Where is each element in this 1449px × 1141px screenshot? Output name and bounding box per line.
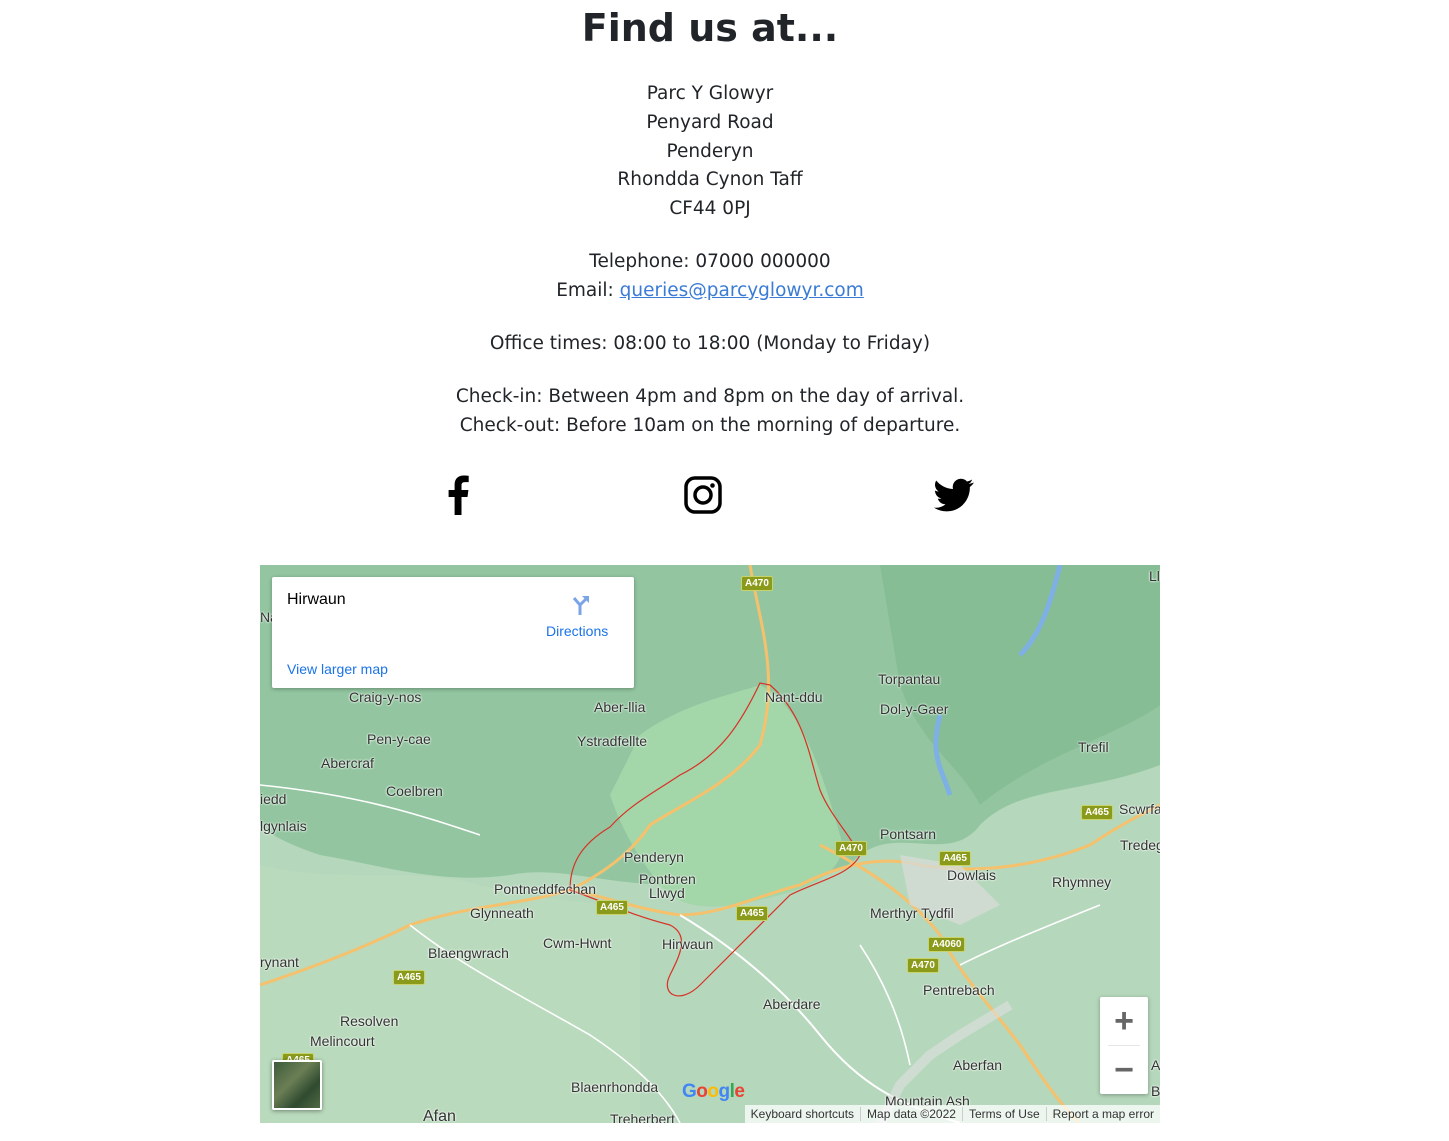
- map-label: Pentrebach: [923, 982, 995, 998]
- map-label: Ystradfellte: [577, 733, 648, 749]
- map-label: Pontneddfechan: [494, 881, 596, 897]
- map-label: Aberfan: [953, 1057, 1003, 1073]
- map-label: Blaenrhondda: [571, 1079, 659, 1095]
- address-line: Penderyn: [666, 140, 754, 162]
- road-shield: A465: [939, 851, 971, 866]
- twitter-icon[interactable]: [934, 475, 974, 515]
- email-link[interactable]: queries@parcyglowyr.com: [620, 280, 864, 301]
- road-shield: A470: [907, 958, 939, 973]
- terms-of-use-link[interactable]: Terms of Use: [961, 1107, 1046, 1121]
- map-label: lgynlais: [260, 818, 307, 834]
- map-label: Aberdare: [763, 996, 821, 1012]
- map-label: A: [1151, 1057, 1160, 1073]
- map-label: Llwyd: [649, 885, 685, 901]
- road-shield: A465: [736, 906, 768, 921]
- map-label: Scwrfa: [1119, 801, 1160, 817]
- address-line: Rhondda Cynon Taff: [617, 169, 803, 191]
- email-label: Email:: [556, 280, 614, 301]
- page-heading: Find us at...: [581, 6, 839, 50]
- map-label: Dol-y-Gaer: [880, 701, 949, 717]
- map-info-card: Hirwaun Directions View larger map: [272, 577, 634, 688]
- map-label: Resolven: [340, 1013, 399, 1029]
- address-postcode: CF44 0PJ: [669, 198, 751, 220]
- map-label: rynant: [260, 954, 299, 970]
- map-label: B: [1151, 1083, 1160, 1099]
- map-label: Coelbren: [386, 783, 443, 799]
- satellite-toggle-button[interactable]: [272, 1060, 322, 1110]
- map-label: Treherbert: [610, 1111, 675, 1123]
- email-line: Email: queries@parcyglowyr.com: [0, 276, 1420, 305]
- embedded-map[interactable]: Craig-y-nos Pen-y-cae Abercraf Coelbren …: [260, 565, 1160, 1123]
- map-label: Craig-y-nos: [349, 689, 422, 705]
- view-larger-map-link[interactable]: View larger map: [287, 661, 388, 677]
- address-line: Parc Y Glowyr: [646, 83, 774, 104]
- map-label: Melincourt: [310, 1033, 375, 1049]
- map-label: Ll: [1149, 568, 1160, 584]
- contact-block: Telephone: 07000 000000 Email: queries@p…: [0, 247, 1420, 305]
- map-label: Trefil: [1078, 739, 1109, 755]
- map-label: iedd: [260, 791, 287, 807]
- map-label: Rhymney: [1052, 874, 1112, 890]
- map-label: Hirwaun: [662, 936, 714, 952]
- road-shield: A470: [835, 841, 867, 856]
- road-shield: A465: [1081, 805, 1113, 820]
- map-data-text: Map data ©2022: [860, 1107, 962, 1121]
- instagram-icon[interactable]: [683, 475, 723, 515]
- road-shield: A465: [393, 970, 425, 985]
- report-map-error-link[interactable]: Report a map error: [1045, 1107, 1160, 1121]
- google-logo: Google: [682, 1081, 745, 1102]
- map-label: Torpantau: [878, 671, 941, 687]
- checkin-text: Check-in: Between 4pm and 8pm on the day…: [455, 386, 965, 407]
- office-times: Office times: 08:00 to 18:00 (Monday to …: [489, 333, 931, 354]
- map-label: Merthyr Tydfil: [870, 905, 954, 921]
- map-label: Pen-y-cae: [367, 731, 431, 747]
- place-name: Hirwaun: [287, 591, 346, 608]
- facebook-icon[interactable]: [439, 475, 479, 515]
- address-block: Parc Y Glowyr Penyard Road Penderyn Rhon…: [0, 80, 1420, 224]
- directions-icon[interactable]: [568, 593, 592, 617]
- zoom-in-button[interactable]: +: [1100, 997, 1148, 1045]
- checkout-text: Check-out: Before 10am on the morning of…: [459, 415, 961, 436]
- road-shield: A4060: [928, 937, 966, 952]
- map-label: Blaengwrach: [428, 945, 509, 961]
- map-label: Aber-llia: [594, 699, 646, 715]
- map-label: Afan: [423, 1108, 456, 1123]
- map-footer: Keyboard shortcuts Map data ©2022 Terms …: [744, 1105, 1160, 1123]
- map-label: Glynneath: [470, 905, 534, 921]
- check-times: Check-in: Between 4pm and 8pm on the day…: [0, 382, 1420, 440]
- map-label: Abercraf: [321, 755, 374, 771]
- map-label: Nant-ddu: [765, 689, 823, 705]
- road-shield: A470: [741, 576, 773, 591]
- map-label: Dowlais: [947, 867, 997, 883]
- map-label: Cwm-Hwnt: [543, 935, 612, 951]
- zoom-out-button[interactable]: −: [1100, 1046, 1148, 1094]
- address-line: Penyard Road: [646, 111, 774, 133]
- map-label: Tredeg: [1120, 837, 1160, 853]
- keyboard-shortcuts-link[interactable]: Keyboard shortcuts: [745, 1107, 860, 1121]
- directions-link[interactable]: Directions: [546, 623, 608, 639]
- map-label: Penderyn: [624, 849, 684, 865]
- zoom-control: + −: [1100, 997, 1148, 1094]
- telephone-text: Telephone: 07000 000000: [589, 251, 831, 272]
- map-label: Pontsarn: [880, 826, 937, 842]
- road-shield: A465: [596, 900, 628, 915]
